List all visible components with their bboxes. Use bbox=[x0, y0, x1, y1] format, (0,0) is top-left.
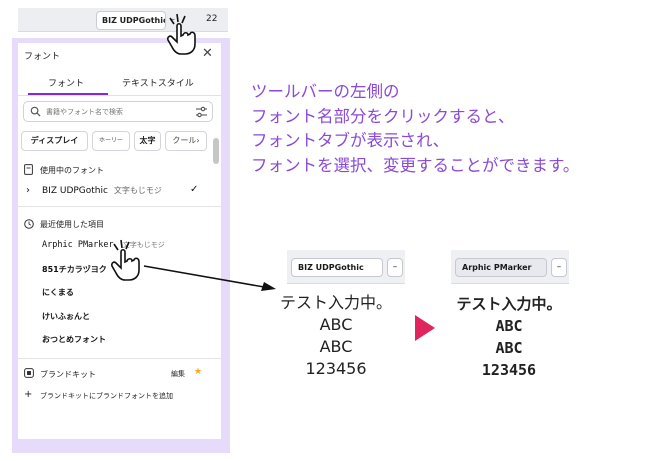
transition-arrow-icon bbox=[415, 315, 435, 341]
hand-cursor-icon bbox=[111, 239, 140, 281]
chip-bold[interactable]: 太字 bbox=[134, 131, 161, 151]
font-size-decrease-button[interactable]: – bbox=[387, 258, 403, 277]
sample-line: テスト入力中。 bbox=[279, 293, 392, 312]
font-name: Arphic PMarker bbox=[42, 240, 114, 250]
brand-kit-edit-link[interactable]: 編集 bbox=[171, 369, 185, 379]
font-selector[interactable]: Arphic PMarker bbox=[455, 258, 547, 277]
add-brand-font-link[interactable]: ブランドキットにブランドフォントを追加 bbox=[40, 391, 173, 401]
font-row-in-use[interactable]: BIZ UDPGothic 文字もじモジ bbox=[42, 185, 162, 196]
sample-line: ABC bbox=[495, 317, 523, 335]
sample-line: ABC bbox=[319, 337, 353, 356]
tab-font[interactable]: フォント bbox=[48, 76, 84, 89]
sample-line: 123456 bbox=[481, 361, 537, 379]
tab-divider bbox=[18, 95, 221, 96]
section-brand-kit-heading: ブランドキット bbox=[40, 370, 96, 379]
preview-toolbar-before: BIZ UDPGothic – bbox=[287, 250, 405, 284]
scrollbar[interactable] bbox=[213, 138, 219, 164]
font-size-decrease-button[interactable]: – bbox=[551, 258, 567, 277]
clock-icon bbox=[24, 219, 34, 229]
document-icon bbox=[24, 164, 33, 175]
font-search[interactable]: 書籍やフォント名で検索 bbox=[23, 101, 213, 122]
chip-display[interactable]: ディスプレイ bbox=[21, 131, 88, 151]
close-icon[interactable]: ✕ bbox=[202, 46, 213, 61]
sample-text-after: テスト入力中。 ABC ABC 123456 bbox=[454, 293, 564, 381]
chip-cool[interactable]: クール› bbox=[165, 131, 207, 151]
chevron-right-icon[interactable]: › bbox=[196, 136, 199, 145]
section-recent-heading: 最近使用した項目 bbox=[40, 220, 104, 229]
font-size-value[interactable]: 22 bbox=[206, 14, 217, 24]
font-name: BIZ UDPGothic bbox=[42, 186, 108, 196]
toolbar-font-selector[interactable]: BIZ UDPGothic bbox=[96, 11, 166, 30]
font-row-recent[interactable]: おつとめフォント bbox=[42, 334, 106, 345]
font-row-recent[interactable]: 851チカラヅヨク bbox=[42, 264, 107, 275]
sample-line: 123456 bbox=[305, 359, 367, 378]
preview-toolbar-after: Arphic PMarker – bbox=[451, 250, 569, 284]
divider bbox=[18, 358, 221, 359]
plus-icon[interactable]: + bbox=[24, 389, 32, 400]
pointer-arrow-icon bbox=[143, 265, 276, 291]
chevron-right-icon[interactable]: › bbox=[26, 185, 30, 196]
filter-icon[interactable] bbox=[195, 106, 208, 118]
instruction-line: ツールバーの左側の bbox=[251, 82, 400, 101]
chip-holly[interactable]: ホーリー bbox=[92, 131, 130, 151]
check-icon: ✓ bbox=[190, 184, 199, 195]
font-row-recent[interactable]: けいふぉんと bbox=[42, 311, 90, 322]
sample-line: ABC bbox=[319, 315, 353, 334]
font-row-recent[interactable]: にくまる bbox=[42, 287, 74, 298]
sample-text-before: テスト入力中。 ABC ABC 123456 bbox=[276, 292, 396, 380]
divider bbox=[18, 206, 221, 207]
hand-cursor-icon bbox=[167, 13, 196, 55]
chip-cool-label: クール bbox=[172, 136, 197, 145]
star-icon: ★ bbox=[194, 367, 203, 377]
font-selector[interactable]: BIZ UDPGothic bbox=[291, 258, 383, 277]
search-icon bbox=[30, 106, 41, 117]
instruction-line: フォントを選択、変更することができます。 bbox=[251, 155, 580, 175]
tab-text-style[interactable]: テキストスタイル bbox=[122, 76, 194, 89]
instruction-line: フォント名部分をクリックすると、 bbox=[251, 106, 515, 126]
font-sample: 文字もじモジ bbox=[113, 186, 162, 195]
sample-line: テスト入力中。 bbox=[456, 295, 562, 313]
instruction-line: フォントタブが表示され、 bbox=[251, 131, 450, 150]
brand-kit-icon bbox=[24, 368, 34, 378]
search-input[interactable]: 書籍やフォント名で検索 bbox=[46, 107, 123, 117]
section-in-use-heading: 使用中のフォント bbox=[40, 166, 104, 175]
sample-line: ABC bbox=[495, 339, 523, 357]
instruction-text: ツールバーの左側の フォント名部分をクリックすると、 フォントタブが表示され、 … bbox=[251, 80, 646, 178]
panel-title: フォント bbox=[24, 52, 61, 62]
